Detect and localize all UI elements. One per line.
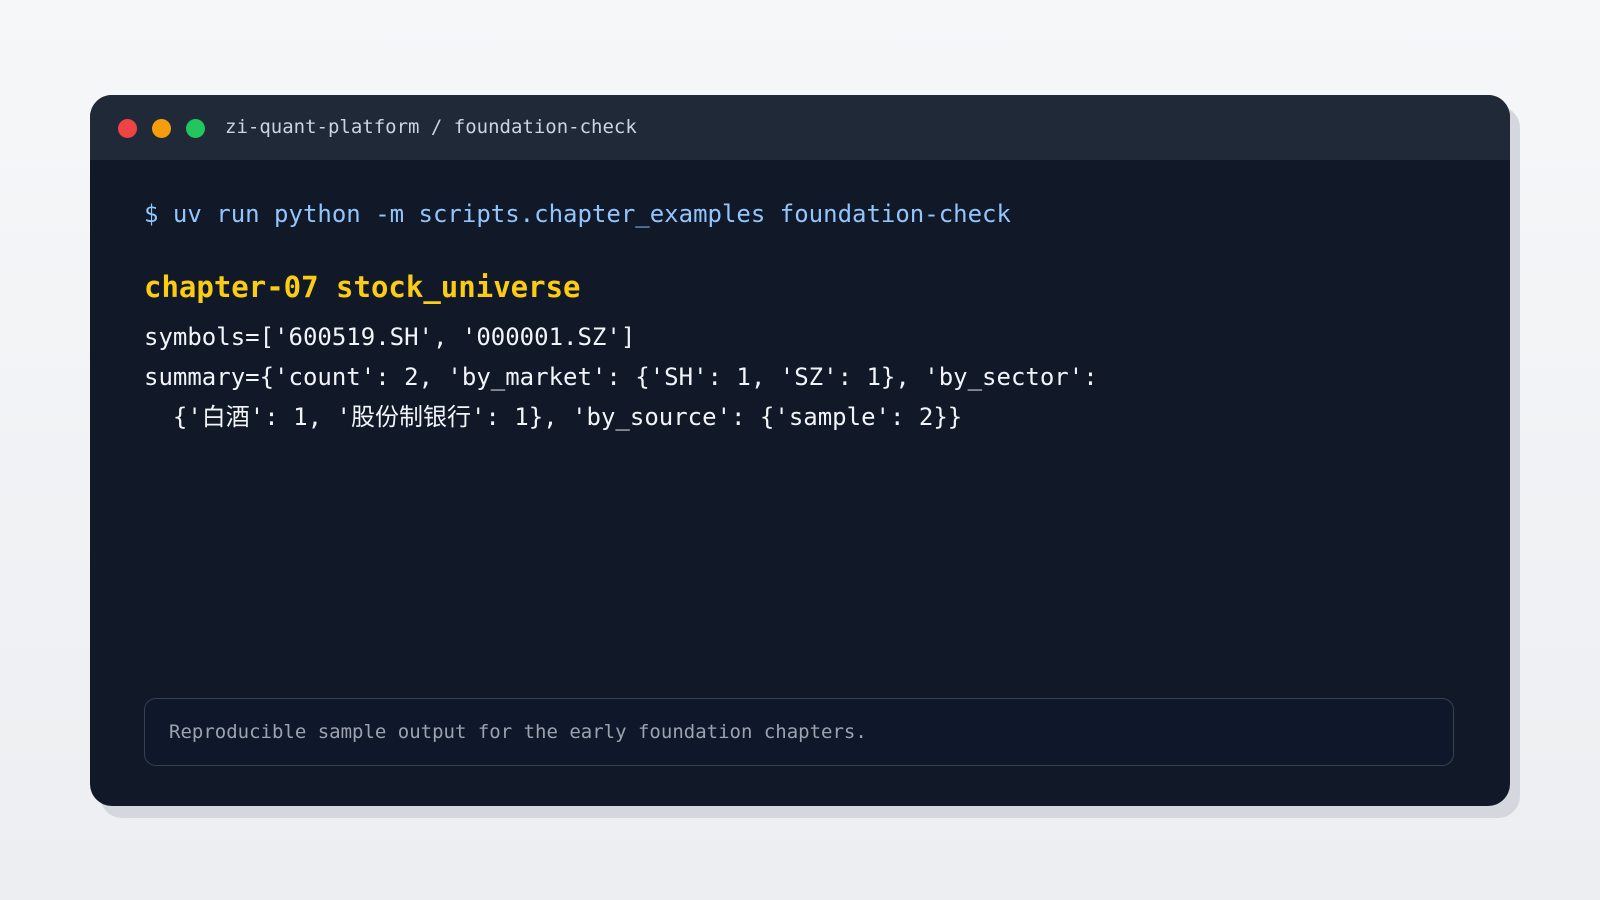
output-line: summary={'count': 2, 'by_market': {'SH':… xyxy=(144,363,1098,391)
maximize-button[interactable] xyxy=(186,119,205,138)
footer-note-box: Reproducible sample output for the early… xyxy=(144,698,1454,766)
output-line: symbols=['600519.SH', '000001.SZ'] xyxy=(144,323,636,351)
window-titlebar: zi-quant-platform / foundation-check xyxy=(90,95,1510,160)
terminal-window: zi-quant-platform / foundation-check $ u… xyxy=(90,95,1510,806)
window-title: zi-quant-platform / foundation-check xyxy=(225,116,637,138)
minimize-button[interactable] xyxy=(152,119,171,138)
close-button[interactable] xyxy=(118,119,137,138)
output-line: {'白酒': 1, '股份制银行': 1}, 'by_source': {'sa… xyxy=(144,403,963,431)
command-line: $ uv run python -m scripts.chapter_examp… xyxy=(144,200,1011,228)
output-heading: chapter-07 stock_universe xyxy=(144,270,581,304)
footer-note-text: Reproducible sample output for the early… xyxy=(169,721,867,743)
